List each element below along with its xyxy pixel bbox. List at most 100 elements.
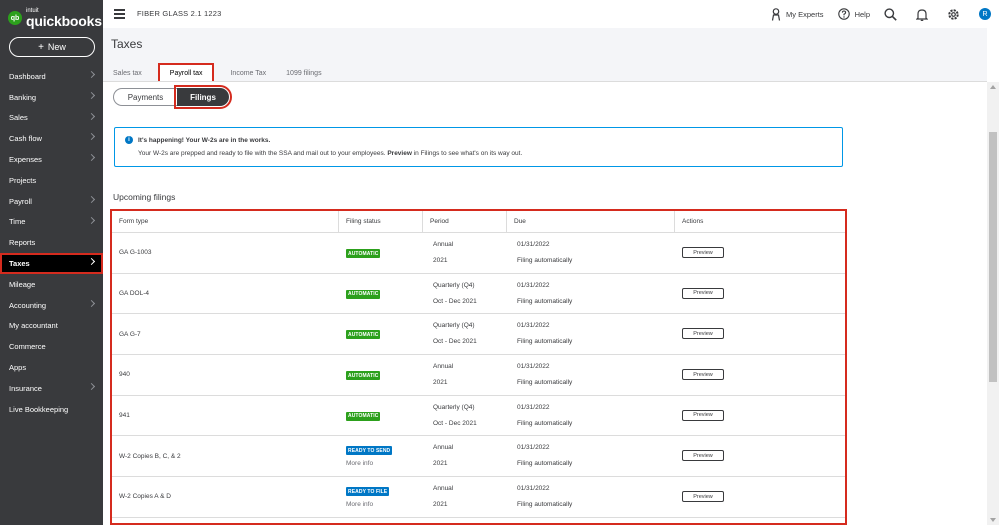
due-cell: 01/31/2022 Filing automatically — [507, 355, 675, 395]
tab-sales-tax[interactable]: Sales tax — [111, 66, 144, 81]
due-status: Filing automatically — [517, 257, 573, 264]
preview-button[interactable]: Preview — [682, 409, 724, 421]
preview-button[interactable]: Preview — [682, 491, 724, 503]
status-badge: READY TO FILE — [346, 487, 390, 497]
due-status: Filing automatically — [517, 460, 573, 468]
sidebar-item-time[interactable]: Time — [0, 212, 103, 233]
sidebar-item-sales[interactable]: Sales — [0, 108, 103, 129]
status-badge: AUTOMATIC — [346, 289, 381, 299]
my-experts-label: My Experts — [786, 9, 824, 19]
due-date: 01/31/2022 — [517, 322, 550, 330]
menu-icon[interactable] — [114, 9, 125, 19]
sidebar-item-banking[interactable]: Banking — [0, 87, 103, 108]
chevron-right-icon — [87, 258, 96, 266]
filing-status-cell: AUTOMATIC — [339, 233, 423, 273]
sidebar-item-payroll[interactable]: Payroll — [0, 191, 103, 212]
form-type-cell: 941 — [112, 396, 339, 436]
my-experts-button[interactable]: My Experts — [771, 7, 824, 21]
alert-body: Your W-2s are prepped and ready to file … — [138, 150, 523, 157]
due-cell: 01/31/2022 Filing automatically — [507, 396, 675, 436]
filing-status-cell: AUTOMATIC — [339, 314, 423, 354]
more-info-link[interactable]: More info — [346, 501, 373, 508]
preview-button[interactable]: Preview — [682, 369, 724, 381]
sidebar-item-insurance[interactable]: Insurance — [0, 378, 103, 399]
preview-button[interactable]: Preview — [682, 450, 724, 462]
period-cell: Annual 2021 — [423, 355, 507, 395]
sidebar-item-reports[interactable]: Reports — [0, 232, 103, 253]
sidebar-item-label: Commerce — [9, 342, 46, 352]
due-status: Filing automatically — [517, 419, 573, 427]
preview-button[interactable]: Preview — [682, 287, 724, 299]
due-date: 01/31/2022 — [517, 485, 550, 493]
payments-toggle-button[interactable]: Payments — [113, 88, 177, 106]
scrollbar-thumb[interactable] — [989, 132, 997, 382]
page-title: Taxes — [111, 37, 143, 51]
status-badge: AUTOMATIC — [346, 249, 381, 258]
filing-status-cell: AUTOMATIC — [339, 274, 423, 314]
search-button[interactable] — [884, 7, 902, 21]
period-range: Oct - Dec 2021 — [433, 297, 477, 305]
more-info-link[interactable]: More info — [346, 460, 373, 467]
page-scrollbar[interactable] — [987, 82, 999, 525]
period-type: Quarterly (Q4) — [433, 281, 475, 289]
tab-payroll-tax[interactable]: Payroll tax — [157, 62, 215, 84]
scroll-down-arrow[interactable] — [990, 518, 996, 522]
gear-icon — [948, 8, 959, 20]
status-badge: READY TO SEND — [346, 446, 393, 456]
left-sidebar: qb intuit quickbooks + New Dashboard Bank… — [0, 0, 103, 525]
sidebar-item-taxes[interactable]: Taxes — [0, 253, 103, 274]
table-header: Form type Filing status Period Due Actio… — [112, 211, 845, 233]
chevron-right-icon — [87, 382, 96, 390]
column-header-form-type[interactable]: Form type — [112, 211, 339, 232]
sidebar-item-label: My accountant — [9, 321, 58, 331]
sidebar-item-my-accountant[interactable]: My accountant — [0, 316, 103, 337]
period-range: Oct - Dec 2021 — [433, 338, 477, 346]
sidebar-item-cash-flow[interactable]: Cash flow — [0, 128, 103, 149]
sidebar-item-label: Accounting — [9, 300, 47, 310]
actions-cell: Preview — [675, 355, 845, 395]
actions-cell: Preview — [675, 477, 845, 517]
info-icon: i — [125, 136, 133, 144]
period-range: 2021 — [433, 379, 448, 387]
sidebar-item-dashboard[interactable]: Dashboard — [0, 66, 103, 87]
chevron-right-icon — [87, 70, 96, 79]
form-type-text: GA G-7 — [119, 330, 141, 338]
new-button[interactable]: + New — [9, 37, 95, 57]
sidebar-item-commerce[interactable]: Commerce — [0, 336, 103, 357]
status-badge: AUTOMATIC — [346, 330, 381, 340]
period-cell: Quarterly (Q4) Oct - Dec 2021 — [423, 396, 507, 436]
quickbooks-logo[interactable]: qb intuit quickbooks — [8, 8, 102, 29]
preview-button[interactable]: Preview — [682, 247, 724, 258]
table-row: 940 AUTOMATIC Annual 2021 01/31/2022 Filing a… — [112, 355, 845, 396]
table-row: W-2 Copies B, C, & 2 READY TO SEND More in… — [112, 436, 845, 478]
settings-button[interactable] — [947, 8, 965, 21]
scroll-up-arrow[interactable] — [990, 85, 996, 89]
tab-income-tax[interactable]: Income Tax — [228, 66, 268, 81]
period-type: Annual — [433, 485, 454, 493]
due-cell: 01/31/2022 Filing automatically — [507, 477, 675, 517]
preview-button[interactable]: Preview — [682, 328, 724, 340]
filing-status-cell: AUTOMATIC — [339, 396, 423, 436]
column-header-due[interactable]: Due — [507, 211, 675, 232]
alert-preview-link: Preview — [387, 150, 412, 157]
person-icon — [771, 7, 781, 21]
form-type-text: W-2 Copies B, C, & 2 — [119, 452, 181, 460]
column-header-period[interactable]: Period — [423, 211, 507, 232]
tab-1099-filings[interactable]: 1099 filings — [284, 66, 323, 81]
table-row: W-2 Copies A & D READY TO FILE More info An… — [112, 477, 845, 518]
user-avatar[interactable]: R — [979, 8, 991, 20]
sidebar-item-apps[interactable]: Apps — [0, 357, 103, 378]
help-button[interactable]: Help — [837, 8, 870, 20]
due-cell: 01/31/2022 Filing automatically — [507, 233, 675, 273]
sidebar-item-mileage[interactable]: Mileage — [0, 274, 103, 295]
form-type-cell: W-2 Copies A & D — [112, 477, 339, 517]
column-header-filing-status[interactable]: Filing status — [339, 211, 423, 232]
sidebar-item-projects[interactable]: Projects — [0, 170, 103, 191]
chevron-right-icon — [87, 112, 96, 120]
sidebar-item-live-bookkeeping[interactable]: Live Bookkeeping — [0, 399, 103, 420]
sidebar-item-expenses[interactable]: Expenses — [0, 149, 103, 170]
notifications-button[interactable] — [916, 8, 933, 21]
filings-toggle-button[interactable]: Filings — [174, 85, 232, 109]
form-type-cell: 940 — [112, 355, 339, 395]
sidebar-item-accounting[interactable]: Accounting — [0, 295, 103, 316]
